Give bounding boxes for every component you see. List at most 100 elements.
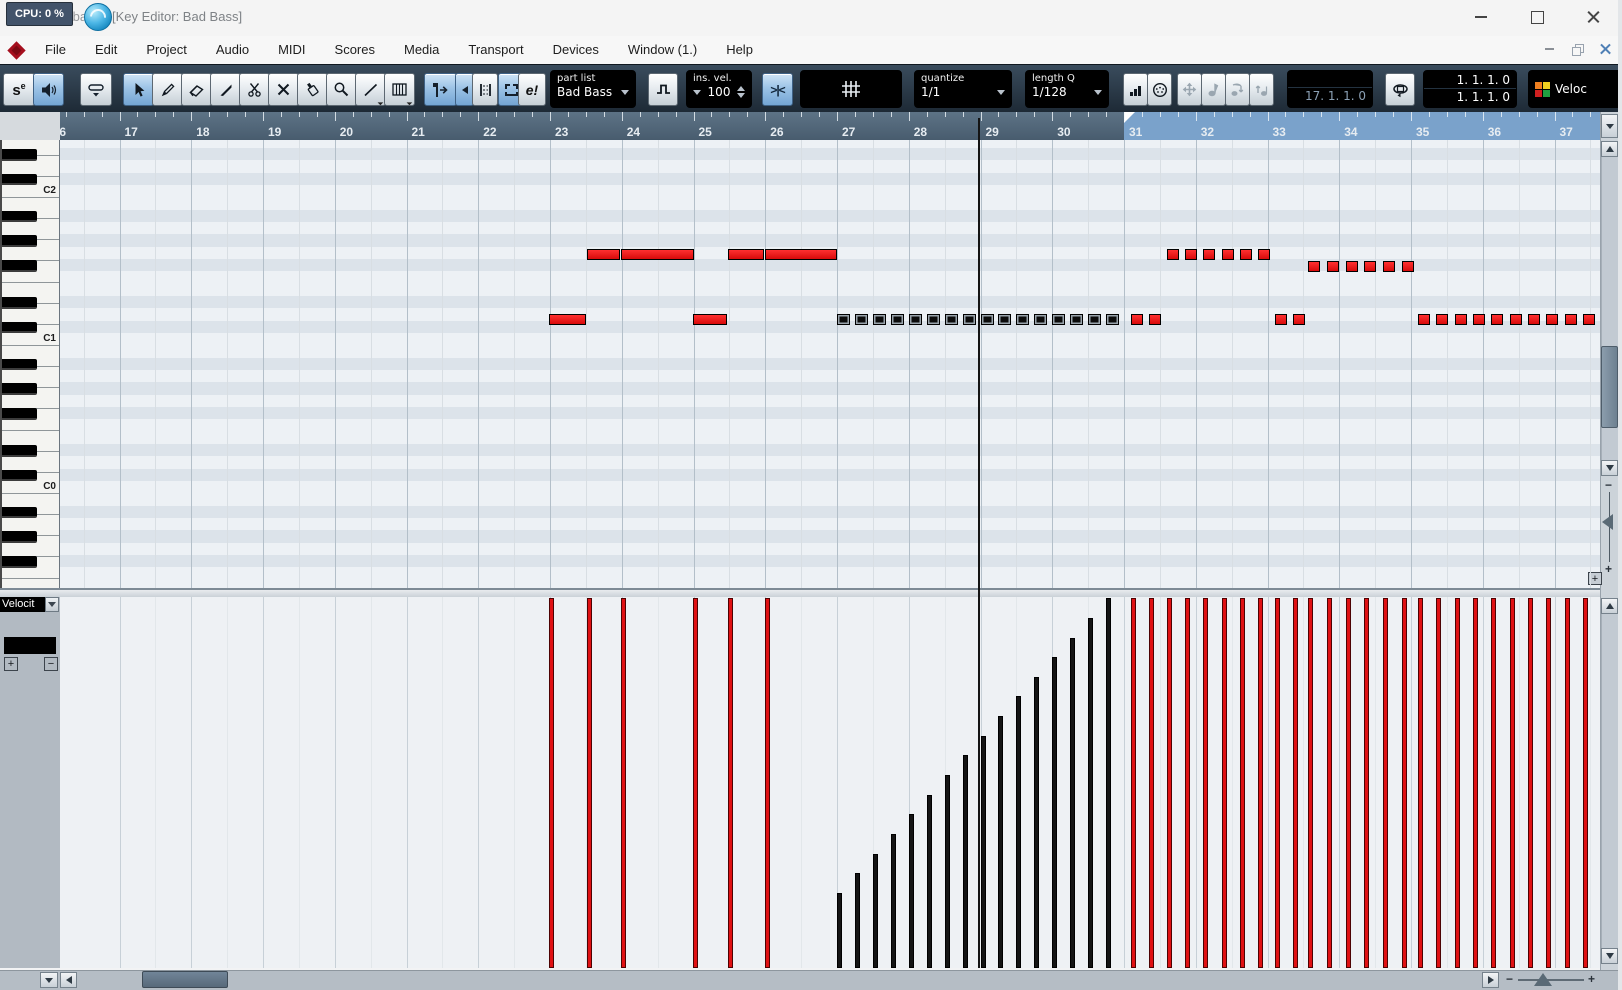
- midi-note[interactable]: [1240, 249, 1252, 260]
- velocity-bar[interactable]: [1346, 598, 1351, 968]
- velocity-bar[interactable]: [1583, 598, 1588, 968]
- menu-item-edit[interactable]: Edit: [85, 38, 127, 61]
- midi-note[interactable]: [1308, 261, 1320, 272]
- mdi-close-button[interactable]: [1596, 40, 1614, 58]
- midi-note[interactable]: [1222, 249, 1234, 260]
- midi-note[interactable]: [549, 314, 586, 325]
- velocity-bar[interactable]: [1185, 598, 1190, 968]
- edit-vst-button[interactable]: e!: [518, 73, 546, 106]
- velocity-bar[interactable]: [963, 755, 968, 968]
- left-locator-flag-icon[interactable]: [1124, 112, 1135, 123]
- velocity-bar[interactable]: [1455, 598, 1460, 968]
- zoom-out-label[interactable]: −: [1605, 478, 1612, 492]
- midi-note[interactable]: [1275, 314, 1287, 325]
- piano-key-black[interactable]: [2, 210, 37, 223]
- velocity-bar[interactable]: [1528, 598, 1533, 968]
- midi-note[interactable]: [891, 314, 904, 325]
- piano-key-black[interactable]: [2, 149, 37, 161]
- midi-note[interactable]: [1327, 261, 1339, 272]
- midi-note[interactable]: [1167, 249, 1179, 260]
- menu-item-help[interactable]: Help: [716, 38, 763, 61]
- step-input-button[interactable]: [648, 73, 678, 106]
- ruler-options-button[interactable]: [1601, 114, 1618, 138]
- midi-note[interactable]: [1149, 314, 1161, 325]
- velocity-bar[interactable]: [981, 736, 986, 968]
- zoom-slider-handle[interactable]: [1602, 514, 1613, 530]
- length-quantize-field[interactable]: length Q 1/128: [1025, 70, 1109, 108]
- midi-note[interactable]: [837, 314, 850, 325]
- mdi-restore-button[interactable]: [1568, 40, 1586, 58]
- dropdown-arrow-icon[interactable]: [693, 89, 701, 95]
- dropdown-arrow-icon[interactable]: [1094, 89, 1102, 95]
- vertical-zoom-slider[interactable]: − +: [1600, 478, 1618, 578]
- velocity-bar[interactable]: [1418, 598, 1423, 968]
- controller-selector-dropdown[interactable]: [45, 597, 59, 612]
- midi-note[interactable]: [1106, 314, 1119, 325]
- velocity-bar[interactable]: [1203, 598, 1208, 968]
- midi-note[interactable]: [998, 314, 1011, 325]
- velocity-bar[interactable]: [1473, 598, 1478, 968]
- record-noteoff-button[interactable]: [1249, 73, 1274, 106]
- velocity-bar[interactable]: [1016, 696, 1021, 968]
- piano-key-black[interactable]: [2, 506, 37, 519]
- velocity-bar[interactable]: [1293, 598, 1298, 968]
- hscroll-thumb[interactable]: [142, 971, 228, 988]
- velocity-bar[interactable]: [1364, 598, 1369, 968]
- velocity-bar[interactable]: [1088, 618, 1093, 968]
- midi-note[interactable]: [1418, 314, 1430, 325]
- zoom-in-label[interactable]: +: [1605, 562, 1612, 576]
- velocity-bar[interactable]: [1167, 598, 1172, 968]
- mdi-minimize-button[interactable]: [1540, 40, 1558, 58]
- piano-keyboard[interactable]: C2 C1 C0: [0, 140, 59, 588]
- piano-key-black[interactable]: [2, 173, 37, 186]
- part-list-field[interactable]: part list Bad Bass: [550, 70, 636, 108]
- velocity-bar[interactable]: [1565, 598, 1570, 968]
- midi-note[interactable]: [1455, 314, 1467, 325]
- menu-item-audio[interactable]: Audio: [206, 38, 259, 61]
- midi-note[interactable]: [1293, 314, 1305, 325]
- velocity-bar[interactable]: [1034, 677, 1039, 968]
- show-info-button[interactable]: [80, 73, 112, 106]
- velocity-bar[interactable]: [1052, 657, 1057, 968]
- piano-key-black[interactable]: [2, 296, 37, 309]
- show-part-borders-button[interactable]: [472, 73, 498, 106]
- vscroll-down-button[interactable]: [1601, 460, 1618, 476]
- midi-note[interactable]: [945, 314, 958, 325]
- snap-display[interactable]: [800, 70, 902, 108]
- lane-scroll-up-button[interactable]: [1601, 598, 1618, 614]
- dropdown-arrow-icon[interactable]: [621, 89, 629, 95]
- piano-key-black[interactable]: [2, 321, 37, 334]
- midi-note[interactable]: [1510, 314, 1522, 325]
- velocity-bar[interactable]: [1491, 598, 1496, 968]
- erase-tool[interactable]: [181, 73, 212, 106]
- timeline-ruler[interactable]: 16 17 18 19 20 21 22 23 24 25 26 27 28 29 30 31 32 33 34 35…: [60, 112, 1600, 141]
- midi-connector-button[interactable]: [1147, 73, 1172, 106]
- midi-note[interactable]: [1583, 314, 1595, 325]
- velocity-bar[interactable]: [693, 598, 698, 968]
- hzoom-slider-handle[interactable]: [1534, 973, 1552, 986]
- lane-scroll-track[interactable]: [1601, 614, 1618, 948]
- menu-item-devices[interactable]: Devices: [543, 38, 609, 61]
- velocity-bar[interactable]: [1070, 638, 1075, 968]
- step-position-display[interactable]: 17. 1. 1. 0: [1287, 70, 1373, 108]
- velocity-bar[interactable]: [1149, 598, 1154, 968]
- midi-note[interactable]: [1546, 314, 1558, 325]
- glue-tool[interactable]: [297, 73, 328, 106]
- autoscroll-button[interactable]: [424, 73, 457, 106]
- midi-note[interactable]: [981, 314, 994, 325]
- midi-note[interactable]: [587, 249, 620, 260]
- vscroll-up-button[interactable]: [1601, 141, 1618, 157]
- menu-item-midi[interactable]: MIDI: [268, 38, 315, 61]
- midi-note[interactable]: [1364, 261, 1376, 272]
- velocity-bar[interactable]: [873, 854, 878, 968]
- midi-note[interactable]: [1491, 314, 1503, 325]
- midi-note[interactable]: [909, 314, 922, 325]
- object-selection-tool[interactable]: [123, 73, 154, 106]
- menu-item-file[interactable]: File: [35, 38, 76, 61]
- insert-velocity-field[interactable]: ins. vel. 100: [686, 70, 752, 108]
- midi-note[interactable]: [693, 314, 727, 325]
- velocity-bar[interactable]: [891, 834, 896, 968]
- controller-selector[interactable]: Velocit: [0, 597, 47, 612]
- piano-key-black[interactable]: [2, 444, 37, 457]
- menu-item-transport[interactable]: Transport: [458, 38, 533, 61]
